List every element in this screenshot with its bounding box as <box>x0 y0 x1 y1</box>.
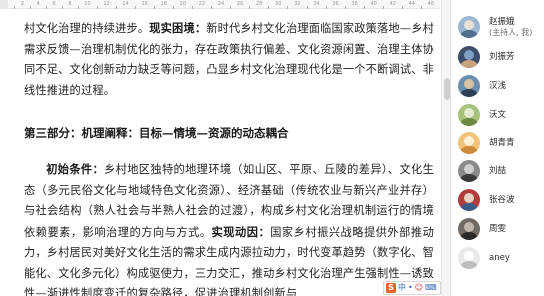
participant-avatar[interactable] <box>458 218 480 240</box>
ruler-number: 12 <box>103 1 110 7</box>
ruler-number: 30 <box>275 1 282 7</box>
vertical-scrollbar[interactable] <box>441 0 450 296</box>
participant-item[interactable]: 沃文 <box>458 100 544 130</box>
ruler-number: 20 <box>179 1 187 7</box>
avatar-face-shape <box>464 50 474 60</box>
ime-logo-icon[interactable]: S <box>386 283 396 293</box>
ruler-number: 14 <box>122 1 129 7</box>
ruler-number: 18 <box>160 1 167 7</box>
ime-language-toggle[interactable]: 中 <box>398 283 406 293</box>
participant-name: 胡青青 <box>489 137 515 148</box>
paragraph-initial-conditions[interactable]: 初始条件：乡村地区独特的地理环境（如山区、平原、丘陵的差异）、文化生态（多元民俗… <box>24 159 434 296</box>
ruler-number: 46 <box>427 1 435 7</box>
avatar-face-shape <box>464 164 474 174</box>
avatar-body-shape <box>460 203 478 211</box>
ruler-number: 40 <box>370 1 377 7</box>
ruler-number: 22 <box>198 1 206 7</box>
avatar-body-shape <box>460 232 478 240</box>
ruler-number: 8 <box>68 1 72 7</box>
participant-name: 沃文 <box>489 109 507 120</box>
ime-emoji-icon[interactable]: ☺ <box>415 283 423 293</box>
participant-item[interactable]: 刘振芳 <box>458 42 544 72</box>
avatar-body-shape <box>460 89 478 97</box>
document-pane[interactable]: 2 4 6 8 10 12 14 16 18 20 22 24 26 28 30 32 34 36 38 40 42 44… <box>0 0 451 296</box>
participant-item[interactable]: 赵振娥 (主持人, 我) <box>458 12 544 42</box>
horizontal-ruler: 2 4 6 8 10 12 14 16 18 20 22 24 26 28 30 32 34 36 38 40 42 44… <box>0 0 440 9</box>
avatar-body-shape <box>460 30 478 38</box>
ruler-number: 44 <box>408 1 415 7</box>
ruler-number: 10 <box>84 1 91 7</box>
participant-list: 赵振娥 (主持人, 我) 刘振芳汉浅沃文胡青青刘喆张谷波周雯 aney <box>452 0 544 296</box>
participant-name-block: 周雯 <box>489 224 506 235</box>
participant-avatar[interactable] <box>458 160 480 182</box>
avatar-face-shape <box>464 251 474 261</box>
participant-avatar[interactable] <box>458 16 480 38</box>
document-page[interactable]: 村文化治理的持续进步。现实困境：新时代乡村文化治理面临国家政策落地—乡村需求反馈… <box>12 9 436 296</box>
ruler-number: 32 <box>294 1 301 7</box>
ruler-number: 4 <box>36 1 40 7</box>
participant-item[interactable]: aney <box>458 243 544 273</box>
ime-toolbar[interactable]: S 中 • ☺ ⌨ <box>383 281 441 295</box>
avatar-face-shape <box>464 193 474 203</box>
participant-name-block: 刘喆 <box>489 166 506 177</box>
scrollbar-thumb[interactable] <box>444 78 450 100</box>
participant-name-block: 汉浅 <box>489 81 506 92</box>
avatar-body-shape <box>460 60 478 68</box>
ime-punctuation-icon[interactable]: • <box>408 283 413 293</box>
ruler-marks: 2 4 6 8 10 12 14 16 18 20 22 24 26 28 30 32 34 36 38 40 42 44… <box>14 0 434 9</box>
participant-name: 汉浅 <box>489 80 507 91</box>
participant-name: 周雯 <box>489 223 507 234</box>
ime-keyboard-icon[interactable]: ⌨ <box>425 283 437 293</box>
para1-bold-label: 现实困境： <box>149 21 207 35</box>
avatar-body-shape <box>460 146 478 154</box>
participant-name-block: aney <box>489 253 510 264</box>
participant-name: 刘喆 <box>489 165 507 176</box>
ruler-margin-block <box>0 0 8 9</box>
paragraph-current-situation[interactable]: 村文化治理的持续进步。现实困境：新时代乡村文化治理面临国家政策落地—乡村需求反馈… <box>24 18 434 101</box>
participant-name-block: 赵振娥 (主持人, 我) <box>489 17 532 38</box>
participant-name: 赵振娥 <box>489 16 515 27</box>
participant-item[interactable]: 刘喆 <box>458 156 544 186</box>
participant-name-block: 刘振芳 <box>489 52 515 63</box>
participant-item[interactable]: 周雯 <box>458 214 544 244</box>
participant-item[interactable]: 张谷波 <box>458 185 544 215</box>
participant-role: (主持人, 我) <box>489 27 533 37</box>
para3-bold-label-drivers: 实现动因： <box>211 224 271 239</box>
ruler-number: 38 <box>351 1 358 7</box>
avatar-body-shape <box>460 174 478 182</box>
participant-avatar[interactable] <box>458 247 480 269</box>
participant-avatar[interactable] <box>458 189 480 211</box>
participant-item[interactable]: 胡青青 <box>458 128 544 158</box>
participant-name: 刘振芳 <box>489 51 515 62</box>
participant-name: aney <box>489 252 510 263</box>
participant-name-block: 胡青青 <box>489 138 515 149</box>
participant-avatar[interactable] <box>458 46 480 68</box>
ruler-number: 28 <box>255 1 263 7</box>
avatar-face-shape <box>464 136 474 146</box>
participant-name-block: 张谷波 <box>489 195 515 206</box>
participant-name: 张谷波 <box>489 194 515 205</box>
avatar-body-shape <box>460 261 478 269</box>
participant-avatar[interactable] <box>458 132 480 154</box>
ruler-number: 2 <box>20 1 24 7</box>
section-heading[interactable]: 第三部分：机理阐释：目标—情境—资源的动态耦合 <box>24 125 434 141</box>
participant-avatar[interactable] <box>458 104 480 126</box>
avatar-face-shape <box>464 222 474 232</box>
para1-lead-text: 村文化治理的持续进步。 <box>24 22 150 35</box>
ruler-number: 42 <box>389 1 396 7</box>
ruler-number: 36 <box>332 1 339 7</box>
ruler-number: 34 <box>313 1 320 7</box>
avatar-face-shape <box>464 108 474 118</box>
participant-avatar[interactable] <box>458 75 480 97</box>
para3-bold-label-initial: 初始条件： <box>46 162 105 176</box>
participant-name-block: 沃文 <box>489 110 506 121</box>
avatar-face-shape <box>464 20 474 30</box>
participant-item[interactable]: 汉浅 <box>458 71 544 101</box>
ruler-number: 24 <box>217 1 225 7</box>
ruler-number: 16 <box>141 1 148 7</box>
avatar-face-shape <box>464 79 474 89</box>
ruler-number: 6 <box>52 1 56 7</box>
avatar-body-shape <box>460 118 478 126</box>
ruler-number: 26 <box>236 1 244 7</box>
